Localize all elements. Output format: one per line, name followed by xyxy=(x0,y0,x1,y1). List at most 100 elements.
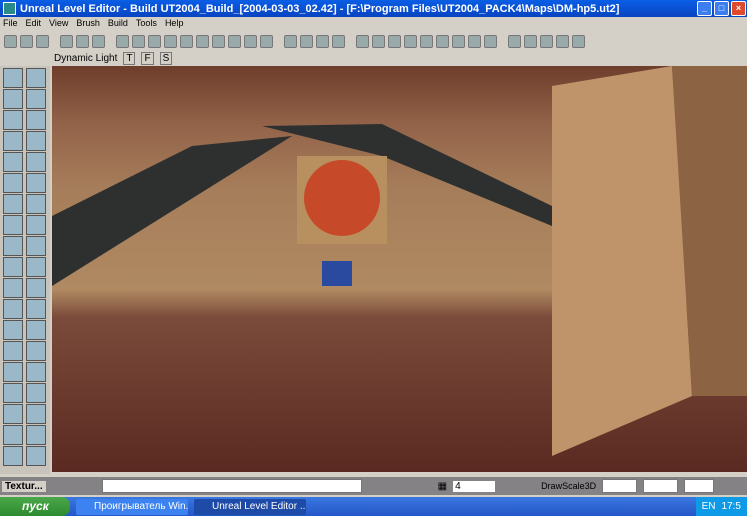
mode-tool-icon[interactable] xyxy=(3,446,23,466)
toolbar-tool-icon[interactable] xyxy=(180,34,193,48)
toolbar-tool-icon[interactable] xyxy=(244,34,257,48)
command-input[interactable] xyxy=(101,479,362,493)
toolbar-tool-icon[interactable] xyxy=(76,34,89,48)
toolbar-tool-icon[interactable] xyxy=(316,34,329,48)
mode-tool-icon[interactable] xyxy=(26,362,46,382)
viewport-mode[interactable]: Dynamic Light xyxy=(54,53,117,64)
menu-build[interactable]: Build xyxy=(108,18,128,28)
toolbar-tool-icon[interactable] xyxy=(524,34,537,48)
drawscale-y[interactable] xyxy=(643,479,679,493)
drawscale-x[interactable] xyxy=(602,479,638,493)
mode-tool-icon[interactable] xyxy=(26,194,46,214)
minimize-button[interactable]: _ xyxy=(697,1,712,16)
pillar xyxy=(552,66,692,456)
mode-tool-icon[interactable] xyxy=(3,194,23,214)
menu-view[interactable]: View xyxy=(49,18,68,28)
toolbar-tool-icon[interactable] xyxy=(36,34,49,48)
mode-tool-icon[interactable] xyxy=(26,257,46,277)
toolbar-tool-icon[interactable] xyxy=(132,34,145,48)
mode-tool-icon[interactable] xyxy=(26,152,46,172)
mode-tool-icon[interactable] xyxy=(26,89,46,109)
toolbar-tool-icon[interactable] xyxy=(484,34,497,48)
3d-viewport[interactable] xyxy=(52,66,747,472)
view-front-button[interactable]: F xyxy=(141,51,154,65)
view-top-button[interactable]: T xyxy=(123,51,136,65)
toolbar-tool-icon[interactable] xyxy=(388,34,401,48)
maximize-button[interactable]: □ xyxy=(714,1,729,16)
mode-tool-icon[interactable] xyxy=(3,89,23,109)
mode-tool-icon[interactable] xyxy=(26,131,46,151)
grid-select[interactable]: 4 xyxy=(453,480,496,492)
toolbar-tool-icon[interactable] xyxy=(284,34,297,48)
toolbar-tool-icon[interactable] xyxy=(540,34,553,48)
app-icon xyxy=(3,2,16,15)
menu-edit[interactable]: Edit xyxy=(26,18,42,28)
toolbar-tool-icon[interactable] xyxy=(228,34,241,48)
drawscale-z[interactable] xyxy=(684,479,715,493)
mode-tool-icon[interactable] xyxy=(26,68,46,88)
toolbar-tool-icon[interactable] xyxy=(420,34,433,48)
toolbar-tool-icon[interactable] xyxy=(372,34,385,48)
toolbar-tool-icon[interactable] xyxy=(148,34,161,48)
mode-tool-icon[interactable] xyxy=(3,299,23,319)
mode-tool-icon[interactable] xyxy=(3,383,23,403)
mode-tool-icon[interactable] xyxy=(26,299,46,319)
toolbar-tool-icon[interactable] xyxy=(452,34,465,48)
mode-tool-icon[interactable] xyxy=(26,341,46,361)
toolbar-tool-icon[interactable] xyxy=(20,34,33,48)
mode-tool-icon[interactable] xyxy=(3,236,23,256)
mode-tool-icon[interactable] xyxy=(3,215,23,235)
task-media-player[interactable]: Проигрыватель Win... xyxy=(76,498,188,515)
mode-tool-icon[interactable] xyxy=(26,215,46,235)
mode-tool-icon[interactable] xyxy=(26,110,46,130)
mode-tool-icon[interactable] xyxy=(26,404,46,424)
toolbar-tool-icon[interactable] xyxy=(300,34,313,48)
mode-tool-icon[interactable] xyxy=(26,173,46,193)
mode-tool-icon[interactable] xyxy=(26,320,46,340)
mode-tool-icon[interactable] xyxy=(26,383,46,403)
mode-tool-icon[interactable] xyxy=(26,236,46,256)
toolbar-tool-icon[interactable] xyxy=(92,34,105,48)
toolbar-tool-icon[interactable] xyxy=(332,34,345,48)
toolbar-tool-icon[interactable] xyxy=(404,34,417,48)
menu-brush[interactable]: Brush xyxy=(76,18,100,28)
mode-tool-icon[interactable] xyxy=(3,404,23,424)
toolbar-tool-icon[interactable] xyxy=(4,34,17,48)
mode-tool-icon[interactable] xyxy=(3,152,23,172)
view-side-button[interactable]: S xyxy=(159,51,173,65)
toolbar-tool-icon[interactable] xyxy=(196,34,209,48)
mode-tool-icon[interactable] xyxy=(3,425,23,445)
mode-tool-icon[interactable] xyxy=(3,68,23,88)
toolbar-tool-icon[interactable] xyxy=(60,34,73,48)
toolbar-tool-icon[interactable] xyxy=(212,34,225,48)
toolbar-tool-icon[interactable] xyxy=(260,34,273,48)
mode-tool-icon[interactable] xyxy=(26,278,46,298)
toolbar-tool-icon[interactable] xyxy=(468,34,481,48)
mode-tool-icon[interactable] xyxy=(3,110,23,130)
browser-label[interactable]: Textur... xyxy=(2,480,46,492)
toolbar-tool-icon[interactable] xyxy=(508,34,521,48)
mode-tool-icon[interactable] xyxy=(3,341,23,361)
mode-tool-icon[interactable] xyxy=(3,278,23,298)
mode-tool-icon[interactable] xyxy=(3,257,23,277)
mode-tool-icon[interactable] xyxy=(3,131,23,151)
mode-tool-icon[interactable] xyxy=(3,362,23,382)
scene xyxy=(52,66,747,456)
menu-tools[interactable]: Tools xyxy=(136,18,157,28)
toolbar-tool-icon[interactable] xyxy=(572,34,585,48)
toolbar-tool-icon[interactable] xyxy=(556,34,569,48)
close-button[interactable]: × xyxy=(731,1,746,16)
mode-tool-icon[interactable] xyxy=(26,425,46,445)
toolbar-tool-icon[interactable] xyxy=(356,34,369,48)
task-unreal-editor[interactable]: Unreal Level Editor ... xyxy=(194,498,306,515)
mode-tool-icon[interactable] xyxy=(3,320,23,340)
start-button[interactable]: пуск xyxy=(0,497,70,516)
toolbar-tool-icon[interactable] xyxy=(436,34,449,48)
menu-file[interactable]: File xyxy=(3,18,18,28)
menu-help[interactable]: Help xyxy=(165,18,184,28)
language-indicator[interactable]: EN xyxy=(702,497,716,516)
toolbar-tool-icon[interactable] xyxy=(164,34,177,48)
mode-tool-icon[interactable] xyxy=(3,173,23,193)
mode-tool-icon[interactable] xyxy=(26,446,46,466)
toolbar-tool-icon[interactable] xyxy=(116,34,129,48)
